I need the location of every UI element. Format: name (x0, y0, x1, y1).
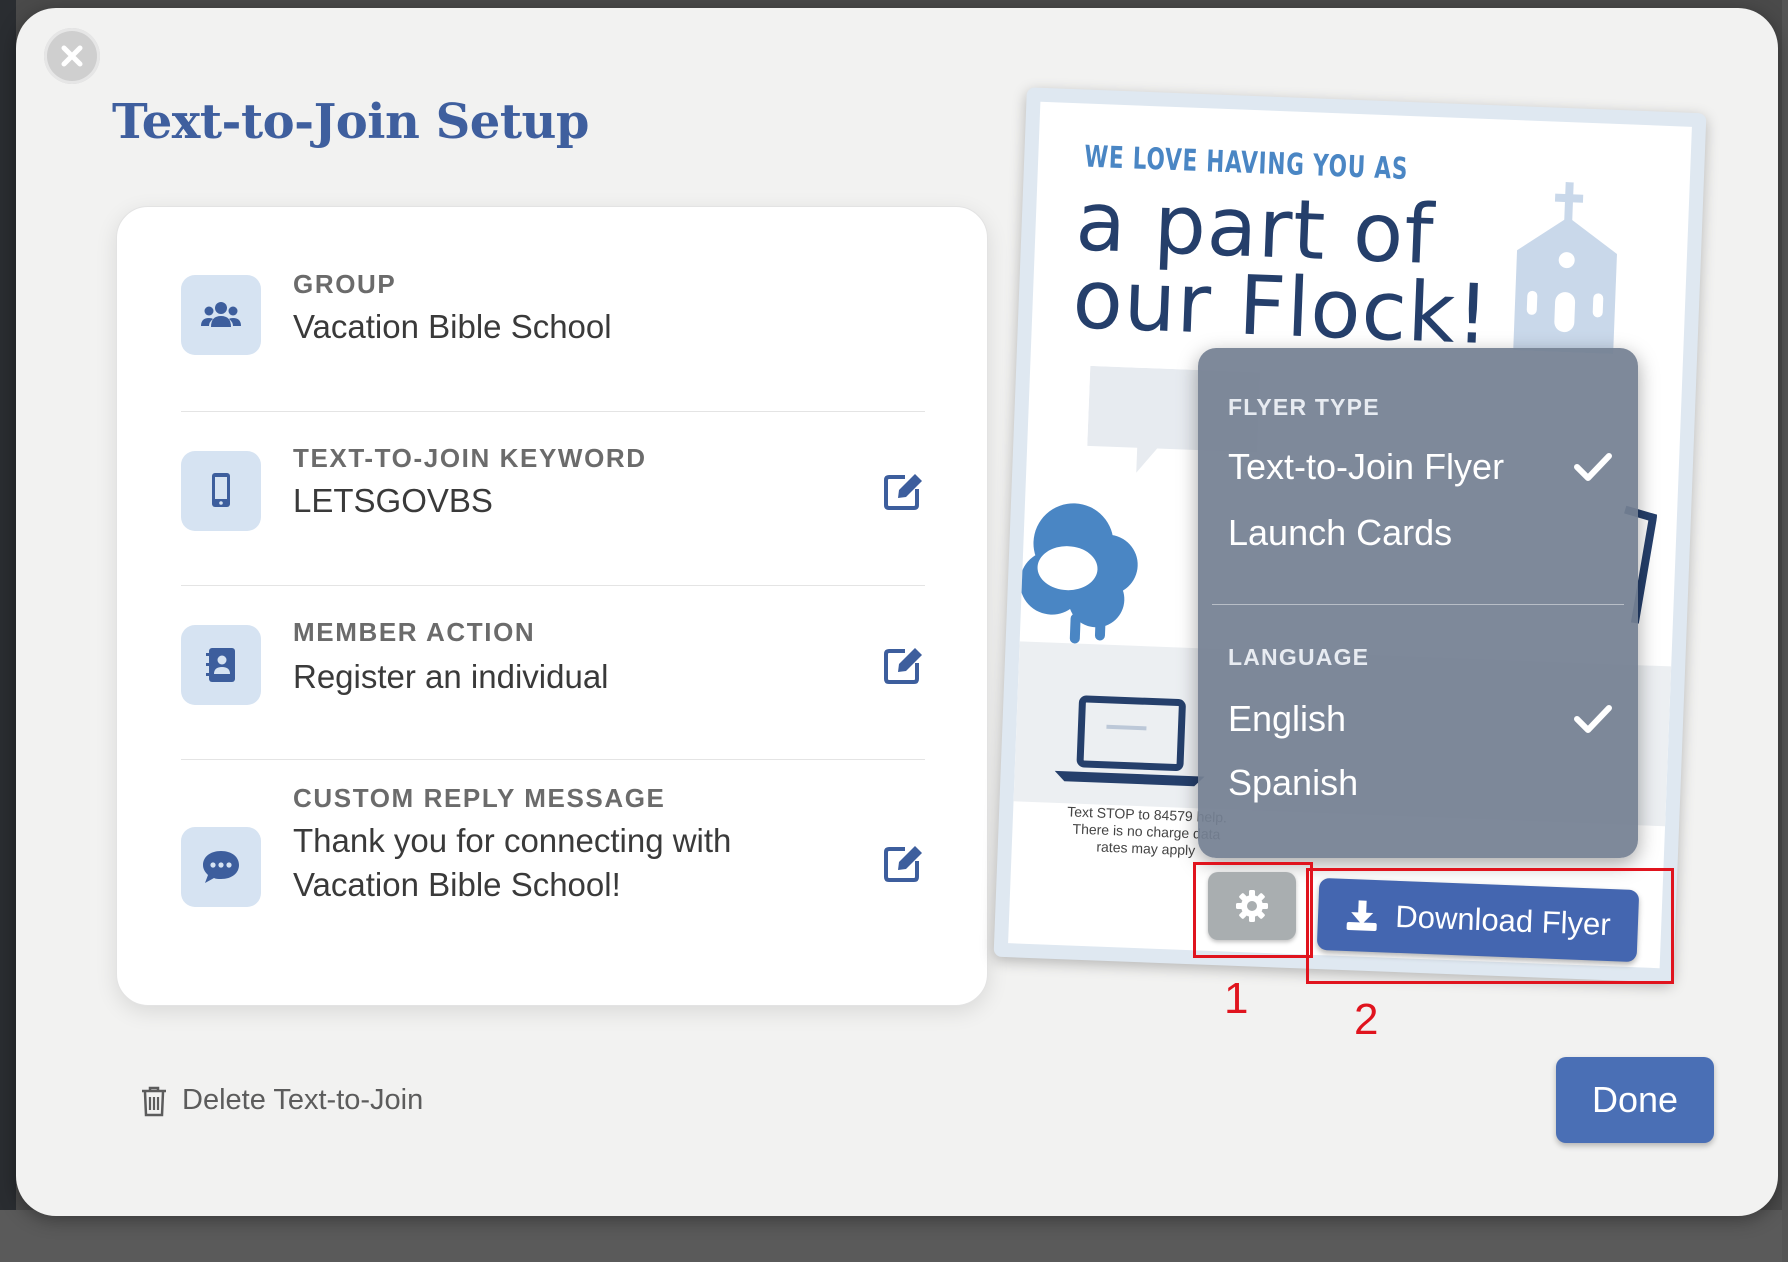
setting-label: GROUP (293, 269, 397, 299)
annotation-number-2: 2 (1354, 995, 1379, 1044)
flyer-headline: a part of our Flock! (1071, 174, 1494, 364)
menu-item-label: Spanish (1228, 762, 1359, 803)
flyer-headline-line2: our Flock! (1071, 252, 1492, 364)
menu-divider (1212, 604, 1624, 605)
delete-label: Delete Text-to-Join (182, 1084, 424, 1116)
mobile-phone-icon (181, 451, 261, 531)
sheep-graphic (1019, 503, 1138, 644)
edit-reply-message-button[interactable] (881, 841, 925, 885)
setting-label: MEMBER ACTION (293, 617, 536, 647)
done-button[interactable]: Done (1556, 1057, 1714, 1143)
setting-row-member-action: MEMBER ACTION Register an individual (181, 617, 925, 725)
menu-item-label: Launch Cards (1228, 512, 1453, 553)
setting-label: TEXT-TO-JOIN KEYWORD (293, 443, 647, 473)
menu-item-launch-cards[interactable]: Launch Cards (1228, 508, 1612, 558)
page-title: Text-to-Join Setup (112, 94, 589, 150)
divider (181, 585, 925, 586)
trash-icon (142, 1086, 166, 1116)
checkmark-icon (1574, 705, 1612, 733)
menu-item-text-to-join-flyer[interactable]: Text-to-Join Flyer (1228, 442, 1612, 492)
setting-value: LETSGOVBS (293, 482, 493, 519)
setting-label: CUSTOM REPLY MESSAGE (293, 783, 666, 813)
setting-value: Thank you for connecting with Vacation B… (293, 822, 732, 903)
setting-row-group: GROUP Vacation Bible School (181, 269, 925, 375)
language-heading: LANGUAGE (1228, 644, 1370, 670)
menu-item-english[interactable]: English (1228, 694, 1612, 744)
flyer-options-menu: FLYER TYPE Text-to-Join Flyer Launch Car… (1198, 348, 1638, 858)
settings-card: GROUP Vacation Bible School TEXT-TO-JOIN… (116, 206, 988, 1006)
flyer-type-heading: FLYER TYPE (1228, 394, 1380, 420)
church-icon (1513, 182, 1617, 354)
close-icon (61, 45, 83, 67)
chat-bubble-icon (181, 827, 261, 907)
delete-text-to-join-link[interactable]: Delete Text-to-Join (140, 1084, 423, 1117)
menu-item-label: English (1228, 698, 1347, 739)
background-window-bottom (0, 1210, 1788, 1262)
checkmark-icon (1574, 453, 1612, 481)
edit-keyword-button[interactable] (881, 469, 925, 513)
users-icon (181, 275, 261, 355)
setting-value: Vacation Bible School (293, 308, 612, 345)
setting-value: Register an individual (293, 658, 609, 695)
annotation-box-1 (1193, 862, 1313, 958)
divider (181, 411, 925, 412)
close-button[interactable] (44, 28, 100, 84)
menu-item-label: Text-to-Join Flyer (1228, 446, 1505, 487)
edit-member-action-button[interactable] (881, 643, 925, 687)
setting-row-reply-message: CUSTOM REPLY MESSAGE Thank you for conne… (181, 783, 925, 947)
annotation-box-2 (1306, 868, 1674, 984)
background-window-right (1782, 0, 1788, 1262)
menu-item-spanish[interactable]: Spanish (1228, 758, 1612, 808)
setting-row-keyword: TEXT-TO-JOIN KEYWORD LETSGOVBS (181, 443, 925, 551)
contact-card-icon (181, 625, 261, 705)
background-window (0, 0, 16, 1262)
annotation-number-1: 1 (1224, 974, 1249, 1023)
divider (181, 759, 925, 760)
laptop-graphic (1054, 695, 1205, 787)
